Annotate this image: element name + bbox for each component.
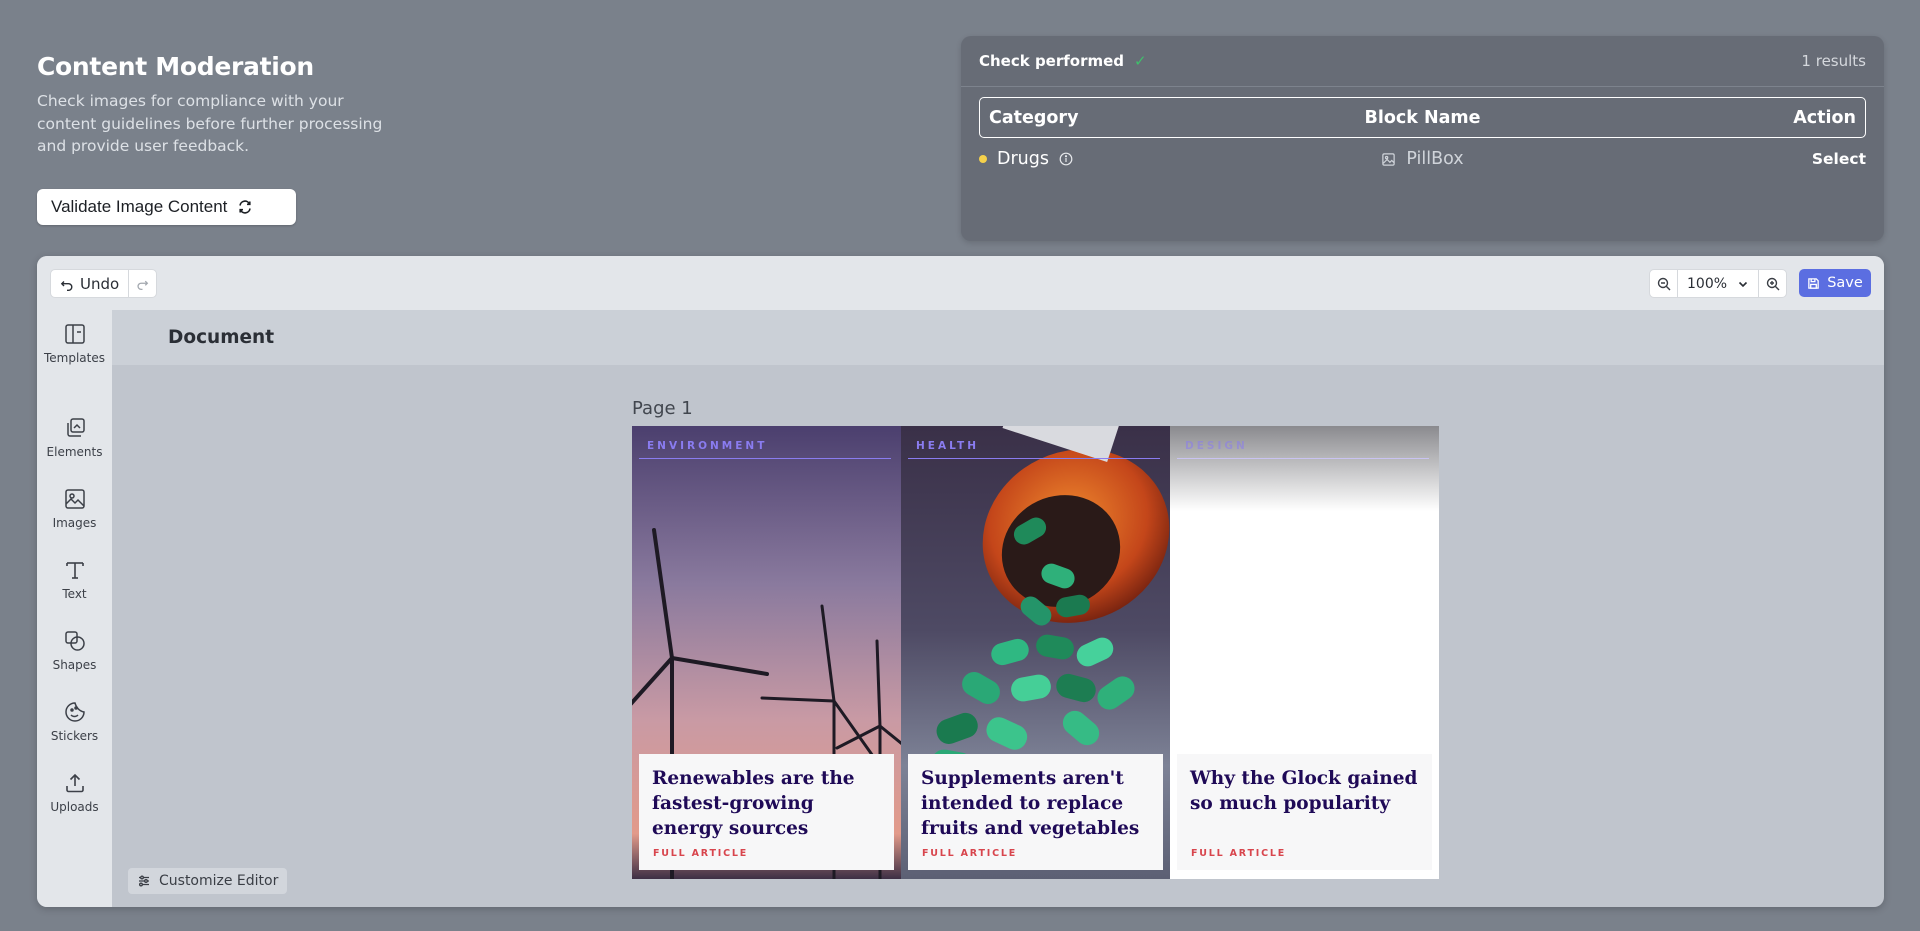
save-button[interactable]: Save: [1799, 269, 1871, 297]
category-header: Category: [989, 107, 1079, 128]
document-title: Document: [112, 310, 1884, 365]
table-row: Drugs PillBox Select: [979, 138, 1866, 180]
card-title: Supplements aren't intended to replace f…: [921, 768, 1140, 839]
sidebar-label-elements: Elements: [46, 445, 103, 459]
editor-toolbar: Undo 100% Save: [37, 256, 1884, 310]
intro-section: Content Moderation Check images for comp…: [37, 52, 407, 158]
results-count: 1 results: [1801, 52, 1866, 70]
category-value: Drugs: [997, 149, 1049, 169]
card-caption[interactable]: Renewables are the fastest-growing energ…: [639, 754, 894, 870]
redo-icon: [137, 280, 149, 290]
card-tag: HEALTH: [916, 440, 979, 452]
zoom-value: 100%: [1687, 275, 1728, 292]
table-header-row: Category Block Name Action: [979, 97, 1866, 138]
images-icon: [64, 489, 85, 509]
undo-button[interactable]: Undo: [51, 270, 130, 297]
page-title: Content Moderation: [37, 52, 314, 81]
moderation-results-panel: Check performed ✓ 1 results Category Blo…: [961, 36, 1884, 241]
action-header: Action: [1793, 107, 1856, 128]
block-name-cell: PillBox: [1275, 149, 1571, 169]
card-title: Why the Glock gained so much popularity: [1190, 768, 1418, 814]
card-tag: ENVIRONMENT: [647, 440, 768, 452]
article-card-environment[interactable]: ENVIRONMENT Renewables are the fastest-g…: [632, 426, 901, 879]
save-icon: [1808, 277, 1819, 289]
sidebar-label-stickers: Stickers: [50, 729, 99, 743]
undo-label: Undo: [80, 274, 120, 293]
save-label: Save: [1827, 275, 1863, 291]
sidebar-item-text[interactable]: Text: [37, 558, 112, 601]
design-editor: Undo 100% Save Templates Elements Images…: [37, 256, 1884, 907]
results-table: Category Block Name Action Drugs PillBox…: [979, 97, 1866, 180]
customize-label: Customize Editor: [159, 873, 279, 889]
card-tag: DESIGN: [1185, 440, 1248, 452]
tag-divider: [1177, 458, 1429, 459]
zoom-select[interactable]: 100%: [1677, 270, 1760, 297]
article-card-design[interactable]: DESIGN Why the Glock gained so much popu…: [1170, 426, 1439, 879]
block-name-value: PillBox: [1406, 149, 1464, 169]
uploads-icon: [65, 773, 84, 793]
sidebar-label-images: Images: [52, 516, 97, 530]
elements-icon: [66, 418, 85, 437]
validate-label: Validate Image Content: [51, 197, 228, 216]
zoom-in-icon: [1766, 277, 1780, 290]
full-article-link[interactable]: FULL ARTICLE: [922, 848, 1017, 859]
shapes-icon: [64, 631, 85, 651]
card-title: Renewables are the fastest-growing energ…: [652, 768, 855, 839]
sidebar-label-uploads: Uploads: [50, 800, 99, 814]
sidebar-label-templates: Templates: [43, 351, 105, 365]
redo-button[interactable]: [129, 270, 156, 297]
sidebar-label-text: Text: [62, 587, 87, 601]
chevron-down-icon: [1738, 281, 1748, 287]
checkmark-icon: ✓: [1134, 52, 1147, 70]
card-caption[interactable]: Supplements aren't intended to replace f…: [908, 754, 1163, 870]
sidebar-label-shapes: Shapes: [52, 658, 97, 672]
sidebar-item-uploads[interactable]: Uploads: [37, 771, 112, 814]
undo-icon: [60, 280, 73, 291]
zoom-controls: 100%: [1649, 269, 1788, 298]
page-description: Check images for compliance with your co…: [37, 92, 383, 155]
info-icon[interactable]: [1059, 152, 1073, 166]
status-label: Check performed: [979, 52, 1125, 70]
sliders-icon: [139, 875, 149, 887]
block-name-header: Block Name: [1364, 107, 1481, 128]
article-card-health[interactable]: HEALTH Supplements aren't intended to re…: [901, 426, 1170, 879]
check-status: Check performed ✓: [979, 52, 1147, 70]
sidebar-item-templates[interactable]: Templates: [37, 322, 112, 365]
tag-divider: [908, 458, 1160, 459]
page-label: Page 1: [632, 398, 693, 419]
sidebar-item-images[interactable]: Images: [37, 487, 112, 530]
refresh-icon: [239, 200, 252, 214]
sidebar-item-stickers[interactable]: Stickers: [37, 700, 112, 743]
sidebar-item-elements[interactable]: Elements: [37, 416, 112, 459]
sidebar-item-shapes[interactable]: Shapes: [37, 629, 112, 672]
templates-icon: [64, 324, 85, 344]
canvas-page[interactable]: ENVIRONMENT Renewables are the fastest-g…: [632, 426, 1439, 879]
card-caption[interactable]: Why the Glock gained so much popularity …: [1177, 754, 1432, 870]
category-cell: Drugs: [979, 149, 1275, 169]
image-block-icon: [1382, 152, 1396, 166]
editor-sidebar: Templates Elements Images Text Shapes St…: [37, 310, 112, 907]
image-placeholder[interactable]: [1170, 426, 1439, 511]
history-controls: Undo: [50, 269, 158, 298]
validate-image-button[interactable]: Validate Image Content: [37, 189, 296, 225]
tag-divider: [639, 458, 891, 459]
stickers-icon: [64, 702, 85, 722]
full-article-link[interactable]: FULL ARTICLE: [1191, 848, 1286, 859]
results-header: Check performed ✓ 1 results: [961, 36, 1884, 87]
text-icon: [65, 562, 84, 579]
zoom-out-button[interactable]: [1650, 270, 1677, 297]
select-action-button[interactable]: Select: [1570, 150, 1866, 168]
severity-dot: [979, 155, 987, 163]
zoom-out-icon: [1657, 277, 1670, 290]
customize-editor-button[interactable]: Customize Editor: [128, 868, 288, 894]
full-article-link[interactable]: FULL ARTICLE: [653, 848, 748, 859]
zoom-in-button[interactable]: [1759, 270, 1786, 297]
